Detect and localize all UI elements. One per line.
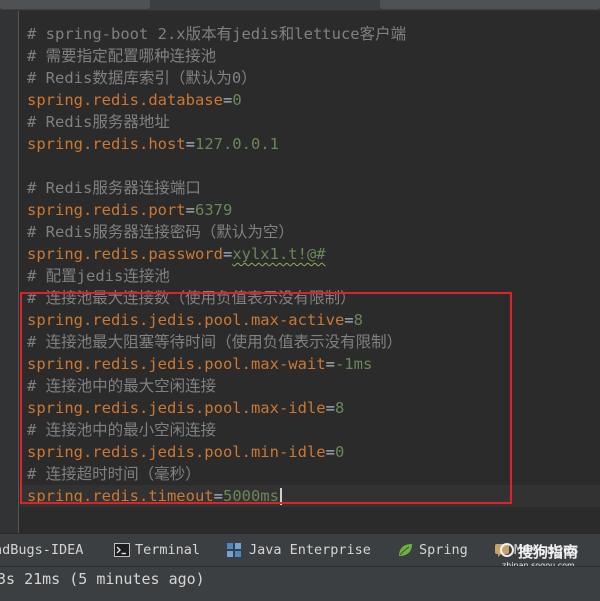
code-line: spring.redis.jedis.pool.max-active=8 (27, 311, 363, 329)
code-line: spring.redis.jedis.pool.max-idle=8 (27, 399, 345, 417)
property-value: 0 (232, 91, 242, 109)
editor-gutter (0, 11, 19, 533)
terminal-icon (114, 543, 130, 557)
property-value: 6379 (194, 201, 233, 219)
comment-text: # 连接池中的最大空闲连接 (27, 377, 217, 395)
comment-text: # 配置jedis连接池 (27, 267, 170, 285)
code-line: # 连接池最大连接数（使用负值表示没有限制） (27, 287, 356, 309)
property-value: 0 (334, 443, 345, 461)
property-key: spring.redis.port (27, 201, 186, 219)
property-key: spring.redis.jedis.pool.max-idle (27, 399, 326, 417)
java-enterprise-icon (227, 543, 241, 557)
text-caret (279, 488, 282, 505)
code-line: # Redis服务器地址 (27, 111, 170, 133)
comment-text: # 连接池中的最小空闲连接 (27, 421, 217, 439)
comment-text: # 连接池最大连接数（使用负值表示没有限制） (27, 289, 356, 307)
property-value: 127.0.0.1 (194, 135, 279, 153)
property-value: xylx1.t!@# (232, 245, 326, 263)
code-line: spring.redis.jedis.pool.max-wait=-1ms (27, 355, 373, 373)
watermark-title: 搜狗指南 (518, 543, 579, 561)
code-line: # Redis数据库索引（默认为0） (27, 67, 257, 89)
terminal-tool-button[interactable]: Terminal (114, 534, 200, 567)
property-key: spring.redis.database (27, 91, 223, 109)
code-line: spring.redis.port=6379 (27, 201, 233, 219)
property-key: spring.redis.jedis.pool.max-active (27, 311, 345, 329)
editor-tab-bar (0, 0, 600, 11)
code-line: spring.redis.host=127.0.0.1 (27, 135, 279, 153)
code-editor[interactable]: # spring-boot 2.x版本有jedis和lettuce客户端 # 需… (19, 11, 600, 533)
code-line: # 需要指定配置哪种连接池 (27, 45, 216, 67)
comment-text: # Redis数据库索引（默认为0） (27, 69, 257, 87)
property-value: 5000ms (222, 487, 279, 505)
property-value: 8 (334, 399, 345, 417)
code-line: # 连接超时时间（毫秒） (27, 463, 201, 485)
status-bar: 3s 21ms (5 minutes ago) (0, 566, 600, 601)
java-enterprise-tool-button[interactable]: Java Enterprise (226, 534, 371, 567)
findbugs-tool-button[interactable]: ndBugs-IDEA (0, 534, 83, 567)
code-line: spring.redis.jedis.pool.min-idle=0 (27, 443, 345, 461)
comment-text: # Redis服务器地址 (27, 113, 170, 131)
code-line: # 连接池最大阻塞等待时间（使用负值表示没有限制） (27, 331, 402, 353)
comment-text: # 连接池最大阻塞等待时间（使用负值表示没有限制） (27, 333, 403, 351)
property-key: spring.redis.host (27, 135, 186, 153)
property-value: 8 (353, 311, 363, 329)
code-line-current: spring.redis.timeout=5000ms (19, 485, 600, 507)
code-line: # Redis服务器连接密码（默认为空） (27, 221, 294, 243)
spring-leaf-icon (399, 544, 412, 556)
property-key: spring.redis.jedis.pool.min-idle (27, 443, 326, 461)
code-line: # 连接池中的最小空闲连接 (27, 419, 216, 441)
property-key: spring.redis.jedis.pool.max-wait (27, 355, 326, 373)
editor-tab[interactable] (0, 0, 150, 9)
property-key: spring.redis.timeout (27, 487, 214, 505)
spring-tool-button[interactable]: Spring (397, 534, 468, 567)
editor-tab[interactable] (380, 0, 600, 9)
comment-text: # 需要指定配置哪种连接池 (27, 47, 217, 65)
code-line: # Redis服务器连接端口 (27, 177, 201, 199)
status-text: 3s 21ms (5 minutes ago) (0, 570, 205, 588)
comment-text: # Redis服务器连接密码（默认为空） (27, 223, 294, 241)
code-line: # spring-boot 2.x版本有jedis和lettuce客户端 (27, 23, 406, 45)
property-key: spring.redis.password (27, 245, 223, 263)
comment-text: # Redis服务器连接端口 (27, 179, 201, 197)
code-line: # 连接池中的最大空闲连接 (27, 375, 216, 397)
code-line: spring.redis.database=0 (27, 91, 242, 109)
comment-text: # 连接超时时间（毫秒） (27, 465, 201, 483)
code-line: # 配置jedis连接池 (27, 265, 170, 287)
code-line: spring.redis.password=xylx1.t!@# (27, 245, 326, 263)
property-value: -1ms (334, 355, 373, 373)
comment-text: # spring-boot 2.x版本有jedis和lettuce客户端 (27, 25, 407, 43)
sogou-logo-icon (500, 543, 514, 557)
